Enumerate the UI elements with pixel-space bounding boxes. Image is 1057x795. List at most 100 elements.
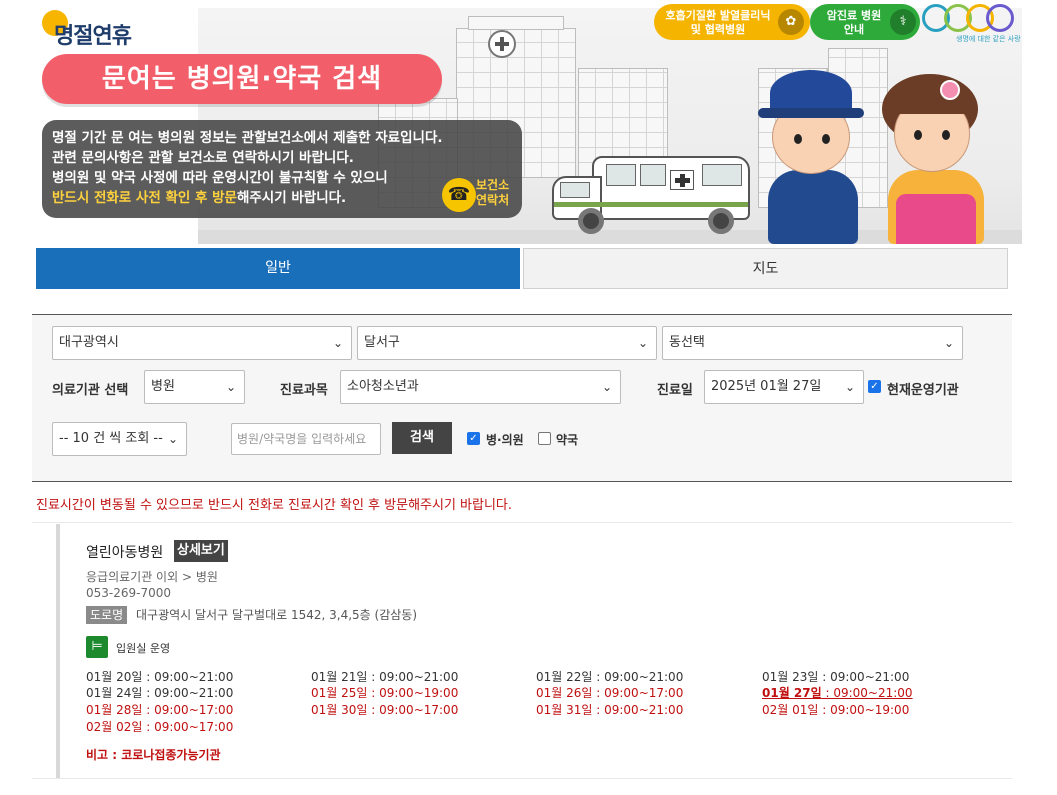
brand-text: 명절연휴 xyxy=(54,24,132,49)
hours-entry: 01월 28일 : 09:00~17:00 xyxy=(86,701,233,718)
date-select[interactable]: 2025년 01월 27일 ⌄ xyxy=(704,370,864,404)
chevron-down-icon: ⌄ xyxy=(332,336,343,350)
facility-select[interactable]: 병원 ⌄ xyxy=(144,370,245,404)
hospital-cross-icon xyxy=(488,30,516,58)
hours-time: : 09:00~21:00 xyxy=(821,686,913,700)
hours-date: 02월 01일 xyxy=(762,703,819,717)
ward-label: 입원실 운영 xyxy=(116,642,171,655)
tab-map[interactable]: 지도 xyxy=(523,248,1008,289)
hours-time: : 09:00~21:00 xyxy=(818,670,910,684)
hours-time: : 09:00~19:00 xyxy=(367,686,459,700)
phone-icon: ☎ xyxy=(442,178,476,212)
boy-character-illustration xyxy=(758,60,868,244)
hours-entry: 01월 22일 : 09:00~21:00 xyxy=(536,668,683,685)
chevron-down-icon: ⌄ xyxy=(844,380,855,394)
ambulance-illustration xyxy=(552,150,752,236)
health-center-contact-label: 보건소 연락처 xyxy=(476,178,510,207)
dong-select[interactable]: 동선택 ⌄ xyxy=(662,326,963,360)
city-select[interactable]: 대구광역시 ⌄ xyxy=(52,326,352,360)
hours-time: : 09:00~21:00 xyxy=(367,670,459,684)
lungs-icon: ✿ xyxy=(778,9,804,35)
banner: 명절연휴 문여는 병의원·약국 검색 명절 기간 문 여는 병의원 정보는 관할… xyxy=(34,0,1022,244)
hospital-name-input[interactable]: 병원/약국명을 입력하세요 xyxy=(231,423,381,455)
pharmacy-label: 약국 xyxy=(556,433,579,447)
city-select-value: 대구광역시 xyxy=(59,335,119,350)
chevron-down-icon: ⌄ xyxy=(943,336,954,350)
hours-date: 01월 21일 xyxy=(311,670,368,684)
result-card: 열린아동병원 상세보기 응급의료기관 이외 > 병원 053-269-7000 … xyxy=(56,524,1012,778)
hours-date: 01월 26일 xyxy=(536,686,593,700)
hours-date: 01월 23일 xyxy=(762,670,819,684)
divider xyxy=(32,522,1012,523)
dept-select[interactable]: 소아청소년과 ⌄ xyxy=(340,370,621,404)
hours-time: : 09:00~21:00 xyxy=(142,670,234,684)
egen-logo: 생명에 대한 같은 사랑 xyxy=(922,0,1021,44)
divider xyxy=(32,778,1012,779)
tab-general[interactable]: 일반 xyxy=(36,248,520,289)
notice-box: 명절 기간 문 여는 병의원 정보는 관할보건소에서 제출한 자료입니다. 관련… xyxy=(42,120,522,218)
road-address-tag: 도로명 xyxy=(86,606,128,624)
warning-text: 진료시간이 변동될 수 있으므로 반드시 전화로 진료시간 확인 후 방문해주시… xyxy=(36,498,513,513)
hospital-phone: 053-269-7000 xyxy=(86,586,172,600)
hours-date: 01월 24일 xyxy=(86,686,143,700)
hours-date: 01월 27일 xyxy=(762,686,822,700)
notice-line: 관련 문의사항은 관할 보건소로 연락하시기 바랍니다. xyxy=(52,150,354,166)
search-panel: 대구광역시 ⌄ 달서구 ⌄ 동선택 ⌄ 의료기관 선택 병원 ⌄ 진료과목 소아… xyxy=(32,314,1012,482)
hours-date: 01월 22일 xyxy=(536,670,593,684)
dept-select-value: 소아청소년과 xyxy=(347,379,419,394)
notice-line: 명절 기간 문 여는 병의원 정보는 관할보건소에서 제출한 자료입니다. xyxy=(52,130,443,146)
notice-line-rest: 해주시기 바랍니다. xyxy=(236,190,347,206)
respiratory-clinic-label: 호흡기질환 발열클리닉 및 협력병원 xyxy=(665,9,771,36)
chevron-down-icon: ⌄ xyxy=(637,336,648,350)
notice-highlight: 반드시 전화로 사전 확인 후 방문 xyxy=(52,190,237,206)
hours-entry: 01월 20일 : 09:00~21:00 xyxy=(86,668,233,685)
district-select[interactable]: 달서구 ⌄ xyxy=(357,326,657,360)
hours-entry: 01월 24일 : 09:00~21:00 xyxy=(86,684,233,701)
clinic-checkbox[interactable]: ✓ xyxy=(467,432,480,445)
hours-entry: 01월 30일 : 09:00~17:00 xyxy=(311,701,458,718)
date-select-value: 2025년 01월 27일 xyxy=(711,379,822,394)
health-center-contact-button[interactable]: ☎ 보건소 연락처 xyxy=(442,176,518,214)
hours-entry: 01월 25일 : 09:00~19:00 xyxy=(311,684,458,701)
hours-date: 01월 28일 xyxy=(86,703,143,717)
hours-entry: 02월 01일 : 09:00~19:00 xyxy=(762,701,909,718)
district-select-value: 달서구 xyxy=(364,335,400,350)
brand-logo: 명절연휴 xyxy=(42,8,172,49)
chevron-down-icon: ⌄ xyxy=(601,380,612,394)
search-button[interactable]: 검색 xyxy=(392,422,452,454)
chevron-down-icon: ⌄ xyxy=(167,432,178,446)
hospital-name: 열린아동병원 xyxy=(86,545,164,561)
hours-entry: 02월 02일 : 09:00~17:00 xyxy=(86,718,233,735)
hours-date: 01월 31일 xyxy=(536,703,593,717)
hours-time: : 09:00~19:00 xyxy=(818,703,910,717)
cancer-hospital-label: 암진료 병원안내 xyxy=(826,9,882,36)
hours-date: 02월 02일 xyxy=(86,720,143,734)
page-size-value: -- 10 건 씩 조회 -- xyxy=(59,431,163,446)
stethoscope-icon: ⚕ xyxy=(890,9,916,35)
date-label: 진료일 xyxy=(657,383,693,398)
respiratory-clinic-button[interactable]: 호흡기질환 발열클리닉 및 협력병원 ✿ xyxy=(654,4,810,40)
pharmacy-checkbox[interactable] xyxy=(538,432,551,445)
hours-entry: 01월 26일 : 09:00~17:00 xyxy=(536,684,683,701)
hours-time: : 09:00~17:00 xyxy=(142,720,234,734)
hours-entry: 01월 31일 : 09:00~21:00 xyxy=(536,701,683,718)
hours-entry: 01월 27일 : 09:00~21:00 xyxy=(762,684,913,701)
hours-entry: 01월 23일 : 09:00~21:00 xyxy=(762,668,909,685)
bed-icon: ⊨ xyxy=(86,636,108,658)
hospital-category: 응급의료기관 이외 > 병원 xyxy=(86,570,218,584)
dept-label: 진료과목 xyxy=(280,383,328,398)
hours-time: : 09:00~21:00 xyxy=(592,670,684,684)
detail-button[interactable]: 상세보기 xyxy=(174,540,228,562)
open-now-checkbox[interactable]: ✓ xyxy=(868,380,881,393)
facility-label: 의료기관 선택 xyxy=(52,383,129,398)
hours-entry: 01월 21일 : 09:00~21:00 xyxy=(311,668,458,685)
egen-subtitle: 생명에 대한 같은 사랑 xyxy=(956,35,1021,43)
facility-select-value: 병원 xyxy=(151,379,175,394)
hours-time: : 09:00~21:00 xyxy=(142,686,234,700)
hours-time: : 09:00~17:00 xyxy=(367,703,459,717)
girl-character-illustration xyxy=(874,74,994,244)
hours-time: : 09:00~17:00 xyxy=(592,686,684,700)
hours-date: 01월 30일 xyxy=(311,703,368,717)
cancer-hospital-button[interactable]: 암진료 병원안내 ⚕ xyxy=(810,4,920,40)
page-size-select[interactable]: -- 10 건 씩 조회 -- ⌄ xyxy=(52,422,187,456)
